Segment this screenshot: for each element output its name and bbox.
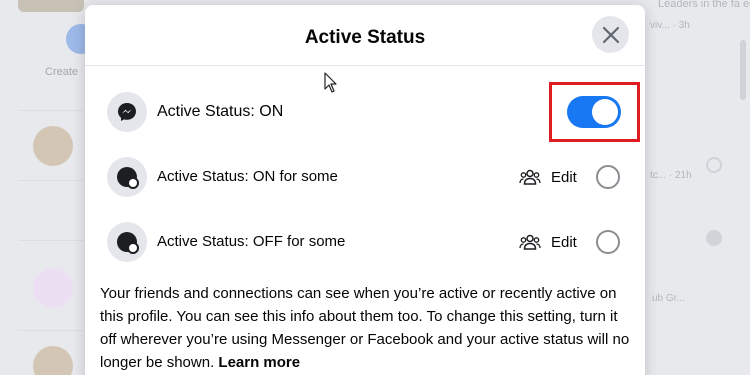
dialog-title: Active Status bbox=[304, 27, 426, 48]
status-on-for-some-radio[interactable] bbox=[596, 165, 620, 189]
background-text: viv... · 3h bbox=[650, 20, 690, 31]
avatar bbox=[33, 346, 73, 375]
learn-more-link[interactable]: Learn more bbox=[218, 354, 300, 371]
left-column: Create bbox=[0, 0, 96, 375]
edit-label: Edit bbox=[551, 233, 577, 251]
avatar bbox=[33, 126, 73, 166]
status-row-off-for-some: Active Status: OFF for some Edit bbox=[107, 222, 627, 262]
toggle-knob bbox=[592, 99, 618, 125]
story-tile bbox=[18, 0, 84, 12]
active-status-toggle[interactable] bbox=[567, 96, 621, 128]
check-icon bbox=[706, 157, 722, 173]
edit-label: Edit bbox=[551, 168, 577, 186]
check-icon bbox=[706, 230, 722, 246]
edit-on-for-some-button[interactable]: Edit bbox=[519, 157, 577, 197]
divider bbox=[18, 180, 84, 181]
background-text: Leaders in the fa eeee bbox=[658, 0, 750, 10]
status-description: Your friends and connections can see whe… bbox=[100, 282, 632, 374]
status-dot-icon bbox=[107, 157, 147, 197]
create-story-label: Create bbox=[45, 66, 79, 78]
mouse-cursor-icon bbox=[324, 72, 337, 93]
active-status-dialog: Active Status Active Status: ON Active S… bbox=[85, 5, 645, 375]
people-icon bbox=[519, 234, 541, 250]
description-text: Your friends and connections can see whe… bbox=[100, 285, 630, 371]
status-row-on-for-some: Active Status: ON for some Edit bbox=[107, 157, 627, 197]
status-on-for-some-label: Active Status: ON for some bbox=[157, 168, 338, 185]
status-off-for-some-radio[interactable] bbox=[596, 230, 620, 254]
divider bbox=[18, 240, 84, 241]
people-icon bbox=[519, 169, 541, 185]
background-text: tc... · 21h bbox=[650, 170, 692, 181]
status-on-label: Active Status: ON bbox=[157, 103, 284, 120]
divider bbox=[18, 110, 84, 111]
divider bbox=[18, 330, 84, 331]
close-icon bbox=[602, 26, 619, 43]
status-dot-icon bbox=[107, 222, 147, 262]
close-button[interactable] bbox=[592, 16, 629, 53]
video-call-icon bbox=[33, 268, 73, 308]
edit-off-for-some-button[interactable]: Edit bbox=[519, 222, 577, 262]
status-off-for-some-label: Active Status: OFF for some bbox=[157, 233, 346, 250]
scrollbar[interactable] bbox=[740, 40, 746, 100]
messenger-icon bbox=[107, 92, 147, 132]
dialog-divider bbox=[85, 65, 645, 66]
background-text: ub Gr... bbox=[652, 293, 685, 304]
